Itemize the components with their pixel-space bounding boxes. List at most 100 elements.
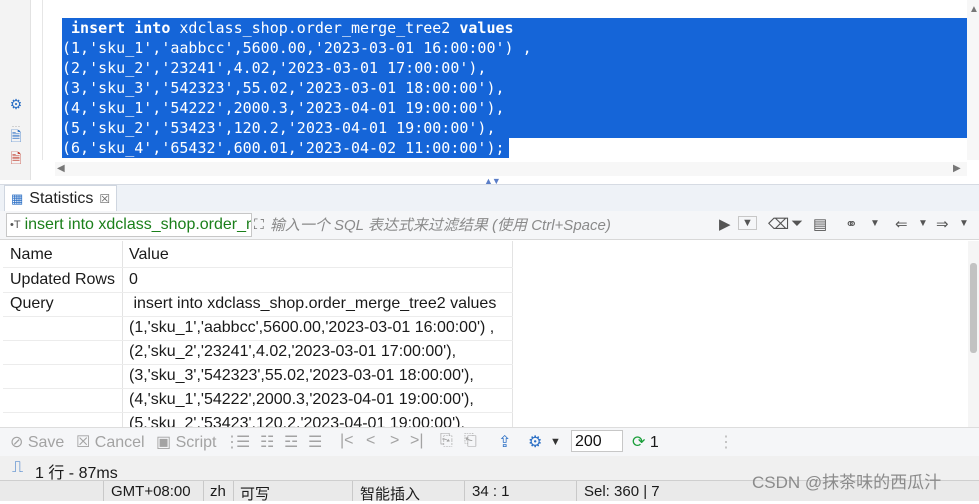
editor-vertical-scrollbar[interactable]: ▲ xyxy=(967,0,979,160)
status-insert-mode: 智能插入 xyxy=(360,486,421,503)
save-button[interactable]: ⊘ Save xyxy=(10,432,64,452)
grid-icon: ▦ xyxy=(11,191,24,206)
cancel-button[interactable]: ☒ Cancel xyxy=(76,432,145,452)
sql-editor[interactable]: ⚙ ⋯ 🗎 🗎 insert into xdclass_shop.order_m… xyxy=(0,0,979,186)
code-line: (2,'sku_2','23241',4.02,'2023-03-01 17:0… xyxy=(62,58,971,78)
status-separator xyxy=(352,481,353,501)
fetch-size-input[interactable]: 200 xyxy=(571,430,623,452)
sql-query-icon: •T xyxy=(10,219,21,231)
code-line: insert into xdclass_shop.order_merge_tre… xyxy=(62,18,971,38)
grid-header-row: Name Value xyxy=(3,243,513,268)
code-area[interactable]: insert into xdclass_shop.order_merge_tre… xyxy=(42,0,971,160)
delete-row-icon[interactable]: ☰ xyxy=(308,432,322,452)
table-row[interactable]: (2,'sku_2','23241',4.02,'2023-03-01 17:0… xyxy=(3,340,513,365)
status-cursor-position: 34 : 1 xyxy=(472,483,510,500)
table-row[interactable]: Updated Rows 0 xyxy=(3,268,513,293)
column-header-value[interactable]: Value xyxy=(129,243,169,267)
results-tab-strip: ▦ Statistics ☒ xyxy=(0,184,979,212)
filter-bar: •T insert into xdclass_shop.order_merge_… xyxy=(0,211,979,240)
editor-side-toolbar: ⚙ ⋯ 🗎 🗎 xyxy=(0,0,31,180)
cancel-icon: ☒ xyxy=(76,434,91,451)
status-separator xyxy=(103,481,104,501)
row-value: (2,'sku_2','23241',4.02,'2023-03-01 17:0… xyxy=(129,343,457,360)
editor-horizontal-scrollbar[interactable]: ◀ ▶ xyxy=(55,162,967,176)
query-history-box[interactable]: •T insert into xdclass_shop.order_merge_… xyxy=(6,213,252,237)
code-line: (3,'sku_3','542323',55.02,'2023-03-01 18… xyxy=(62,78,971,98)
clear-filter-icon[interactable]: ⌫ xyxy=(768,215,789,233)
scroll-right-arrow-icon[interactable]: ▶ xyxy=(953,163,961,174)
results-toolbar: ⊘ Save ☒ Cancel ▣ Script ⋮ ☰ ☷ ☲ ☰ |< < … xyxy=(0,427,979,456)
close-tab-icon[interactable]: ☒ xyxy=(99,192,110,206)
back-dropdown-icon[interactable]: ▼ xyxy=(918,218,928,229)
script-icon: ▣ xyxy=(156,434,172,451)
tab-label: Statistics xyxy=(29,190,94,207)
fetch-next-icon[interactable]: ⎘ xyxy=(440,432,453,450)
add-row-icon[interactable]: ☷ xyxy=(260,432,274,452)
expand-filter-icon[interactable]: ⛶ xyxy=(254,216,264,233)
check-icon: ⊘ xyxy=(10,434,24,451)
scroll-up-arrow-icon[interactable]: ▲ xyxy=(969,4,979,15)
link-icon[interactable]: ⚭ xyxy=(845,215,858,233)
filter-history-dropdown-icon[interactable]: ▼ xyxy=(738,216,757,230)
panel-icon: ⎍ xyxy=(12,459,24,476)
scrollbar-thumb[interactable] xyxy=(970,263,977,353)
table-row[interactable]: (3,'sku_3','542323',55.02,'2023-03-01 18… xyxy=(3,364,513,389)
code-line: (1,'sku_1','aabbcc',5600.00,'2023-03-01 … xyxy=(62,38,971,58)
toolbar-drag-handle[interactable]: ⋮ xyxy=(718,432,734,452)
previous-page-icon[interactable]: < xyxy=(366,432,375,450)
forward-dropdown-icon[interactable]: ▼ xyxy=(959,218,969,229)
status-selection: Sel: 360 | 7 xyxy=(584,483,660,500)
table-row[interactable]: (4,'sku_1','54222',2000.3,'2023-04-01 19… xyxy=(3,388,513,413)
export-icon[interactable]: ⇪ xyxy=(498,432,511,452)
table-row[interactable]: (5,'sku_2','53423',120.2,'2023-04-01 19:… xyxy=(3,412,513,427)
statistics-grid[interactable]: Name Value Updated Rows 0 Query insert i… xyxy=(0,241,968,427)
back-arrow-icon[interactable]: ⇐ xyxy=(895,215,908,233)
first-page-icon[interactable]: |< xyxy=(340,432,354,450)
query-text: insert into xdclass_shop.order_merge_tre… xyxy=(24,216,251,233)
status-mode: 可写 xyxy=(240,486,271,503)
next-page-icon[interactable]: > xyxy=(390,432,399,450)
code-line: (5,'sku_2','53423',120.2,'2023-04-01 19:… xyxy=(62,118,971,138)
status-separator xyxy=(203,481,204,501)
error-document-icon[interactable]: 🗎 xyxy=(8,150,24,166)
row-name: Updated Rows xyxy=(10,271,115,288)
column-header-name[interactable]: Name xyxy=(10,243,53,267)
edit-row-icon[interactable]: ☰ xyxy=(236,432,250,452)
settings-dropdown-icon[interactable]: ▼ xyxy=(550,436,561,448)
filter-placeholder: 输入一个 SQL 表达式来过滤结果 (使用 Ctrl+Space) xyxy=(269,216,611,234)
script-button[interactable]: ▣ Script xyxy=(156,432,216,452)
code-line: (6,'sku_4','65432',600.01,'2023-04-02 11… xyxy=(62,138,509,158)
status-separator xyxy=(576,481,577,501)
settings-gear-icon[interactable]: ⚙ xyxy=(528,432,542,452)
settings-gear-icon[interactable]: ⚙ xyxy=(8,96,24,112)
row-value: 0 xyxy=(129,271,138,288)
row-value: insert into xdclass_shop.order_merge_tre… xyxy=(129,295,497,312)
table-row[interactable]: (1,'sku_1','aabbcc',5600.00,'2023-03-01 … xyxy=(3,316,513,341)
last-page-icon[interactable]: >| xyxy=(410,432,424,450)
fetch-all-icon[interactable]: ⎗ xyxy=(464,432,477,450)
funnel-icon[interactable]: ⏷ xyxy=(791,215,803,232)
row-value: (4,'sku_1','54222',2000.3,'2023-04-01 19… xyxy=(129,391,474,408)
status-timezone: GMT+08:00 xyxy=(111,483,191,500)
row-name: Query xyxy=(10,295,54,312)
status-locale: zh xyxy=(210,483,226,500)
scroll-left-arrow-icon[interactable]: ◀ xyxy=(57,163,65,174)
copy-row-icon[interactable]: ☲ xyxy=(284,432,298,452)
export-document-icon[interactable]: 🗎 xyxy=(8,128,24,144)
status-separator xyxy=(464,481,465,501)
apply-filter-icon[interactable]: ▶ xyxy=(719,215,731,233)
forward-arrow-icon[interactable]: ⇒ xyxy=(936,215,949,233)
refresh-icon: ⟳ xyxy=(632,434,646,451)
tab-statistics[interactable]: ▦ Statistics ☒ xyxy=(4,185,118,212)
status-separator xyxy=(233,481,234,501)
link-dropdown-icon[interactable]: ▼ xyxy=(870,218,880,229)
filter-input[interactable]: ⛶ 输入一个 SQL 表达式来过滤结果 (使用 Ctrl+Space) xyxy=(254,213,734,235)
row-value: (5,'sku_2','53423',120.2,'2023-04-01 19:… xyxy=(129,415,465,427)
row-value: (1,'sku_1','aabbcc',5600.00,'2023-03-01 … xyxy=(129,319,495,336)
table-settings-icon[interactable]: ▤ xyxy=(813,215,827,233)
table-row[interactable]: Query insert into xdclass_shop.order_mer… xyxy=(3,292,513,317)
code-line: (4,'sku_1','54222',2000.3,'2023-04-01 19… xyxy=(62,98,971,118)
refresh-button[interactable]: ⟳ 1 xyxy=(632,432,659,452)
grid-vertical-scrollbar[interactable] xyxy=(968,241,979,427)
row-value: (3,'sku_3','542323',55.02,'2023-03-01 18… xyxy=(129,367,474,384)
